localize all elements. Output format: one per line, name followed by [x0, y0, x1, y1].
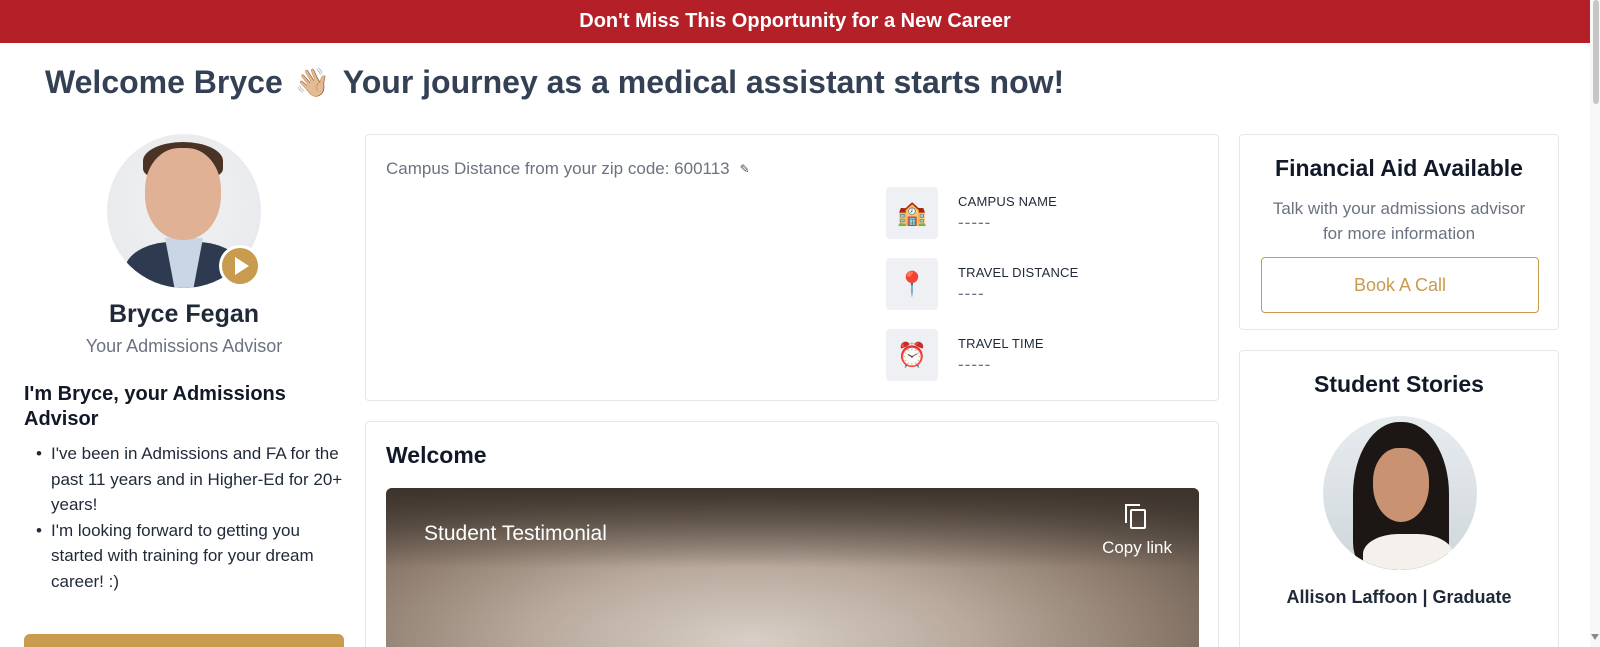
travel-distance-row: 📍 TRAVEL DISTANCE ----: [886, 258, 1079, 310]
student-stories-title: Student Stories: [1314, 371, 1484, 397]
travel-distance-value: ----: [958, 284, 985, 303]
welcome-video-card: Welcome Student Testimonial Copy link: [365, 421, 1219, 647]
promo-banner-text: Don't Miss This Opportunity for a New Ca…: [579, 10, 1011, 32]
financial-aid-subtitle: Talk with your admissions advisor for mo…: [1272, 199, 1526, 243]
book-a-call-button[interactable]: Book A Call: [1261, 257, 1539, 313]
zip-code-line: Campus Distance from your zip code: 6001…: [386, 159, 750, 179]
travel-time-row: ⏰ TRAVEL TIME -----: [886, 329, 1044, 381]
school-icon: 🏫: [886, 187, 938, 239]
pencil-icon[interactable]: ✎: [740, 162, 750, 176]
video-player[interactable]: Student Testimonial Copy link: [386, 488, 1199, 647]
play-video-button[interactable]: [219, 245, 261, 287]
student-avatar[interactable]: [1323, 416, 1477, 570]
financial-aid-title: Financial Aid Available: [1275, 155, 1523, 181]
copy-link-label: Copy link: [1102, 538, 1172, 557]
student-stories-card: Student Stories Allison Laffoon | Gradua…: [1239, 350, 1559, 647]
copy-link-button[interactable]: Copy link: [1102, 504, 1172, 558]
campus-name-row: 🏫 CAMPUS NAME -----: [886, 187, 1057, 239]
page-title: Welcome Bryce 👋🏼 Your journey as a medic…: [45, 64, 1064, 101]
travel-time-value: -----: [958, 355, 992, 374]
scroll-down-arrow-icon[interactable]: [1591, 634, 1599, 640]
welcome-greeting: Welcome Bryce: [45, 64, 283, 100]
campus-name-label: CAMPUS NAME: [958, 194, 1057, 209]
travel-time-label: TRAVEL TIME: [958, 336, 1044, 351]
copy-icon: [1125, 504, 1149, 530]
campus-distance-card: Campus Distance from your zip code: 6001…: [365, 134, 1219, 401]
travel-distance-label: TRAVEL DISTANCE: [958, 265, 1079, 280]
welcome-tagline: Your journey as a medical assistant star…: [342, 64, 1065, 100]
advisor-name: Bryce Fegan: [108, 300, 260, 328]
list-item: I'm looking forward to getting you start…: [24, 518, 344, 595]
advisor-intro-heading: I'm Bryce, your Admissions Advisor: [24, 383, 286, 430]
campus-name-value: -----: [958, 213, 992, 232]
advisor-role: Your Admissions Advisor: [85, 336, 283, 356]
video-title[interactable]: Student Testimonial: [424, 522, 607, 546]
alarm-clock-icon: ⏰: [886, 329, 938, 381]
promo-banner[interactable]: Don't Miss This Opportunity for a New Ca…: [0, 0, 1590, 43]
financial-aid-card: Financial Aid Available Talk with your a…: [1239, 134, 1559, 330]
list-item: I've been in Admissions and FA for the p…: [24, 441, 344, 518]
advisor-bio-list: I've been in Admissions and FA for the p…: [24, 441, 344, 594]
waving-hand-icon: 👋🏼: [295, 67, 331, 98]
advisor-cta-button[interactable]: [24, 634, 344, 647]
scrollbar-thumb[interactable]: [1593, 0, 1599, 104]
play-icon: [235, 257, 249, 275]
welcome-heading: Welcome: [386, 442, 487, 468]
zip-code-label: Campus Distance from your zip code: 6001…: [386, 159, 730, 178]
pushpin-icon: 📍: [886, 258, 938, 310]
student-name: Allison Laffoon | Graduate: [1286, 587, 1512, 607]
